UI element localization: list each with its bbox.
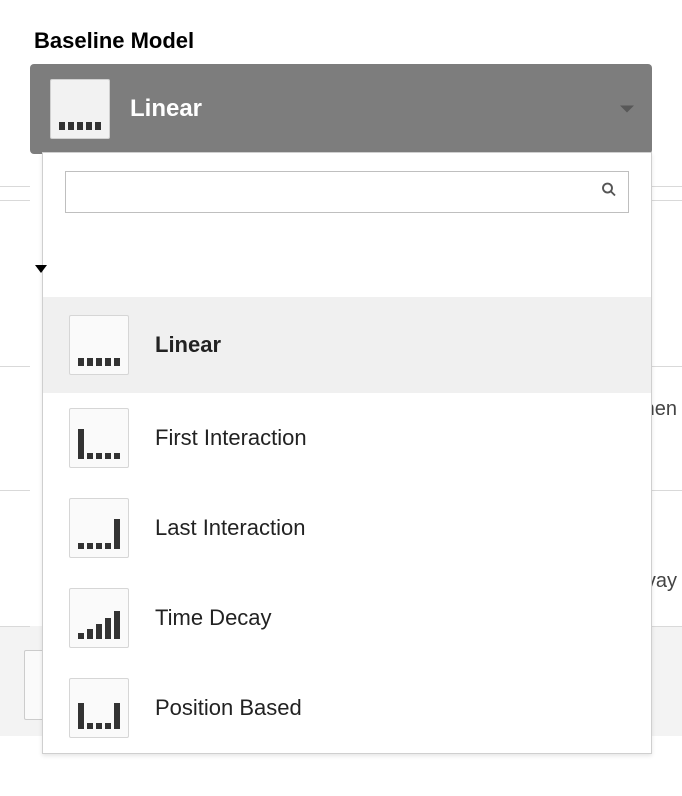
option-position-based[interactable]: Position Based	[43, 663, 651, 753]
first-interaction-icon	[69, 408, 129, 468]
option-time-decay[interactable]: Time Decay	[43, 573, 651, 663]
search-icon	[600, 181, 618, 204]
last-interaction-icon	[69, 498, 129, 558]
option-label: Position Based	[155, 695, 302, 721]
chevron-down-icon	[35, 265, 47, 273]
search-input[interactable]	[76, 181, 588, 204]
chevron-down-icon	[620, 106, 634, 113]
linear-icon	[50, 79, 110, 139]
baseline-model-selector[interactable]: Linear	[30, 64, 652, 154]
model-dropdown-panel: Linear First Interaction	[42, 152, 652, 754]
option-last-interaction[interactable]: Last Interaction	[43, 483, 651, 573]
option-first-interaction[interactable]: First Interaction	[43, 393, 651, 483]
option-label: Last Interaction	[155, 515, 305, 541]
position-based-icon	[69, 678, 129, 738]
search-input-wrapper[interactable]	[65, 171, 629, 213]
linear-icon	[69, 315, 129, 375]
option-label: First Interaction	[155, 425, 307, 451]
option-linear[interactable]: Linear	[43, 297, 651, 393]
time-decay-icon	[69, 588, 129, 648]
option-label: Linear	[155, 332, 221, 358]
selected-model-label: Linear	[130, 95, 202, 123]
field-label: Baseline Model	[34, 28, 652, 54]
option-label: Time Decay	[155, 605, 272, 631]
